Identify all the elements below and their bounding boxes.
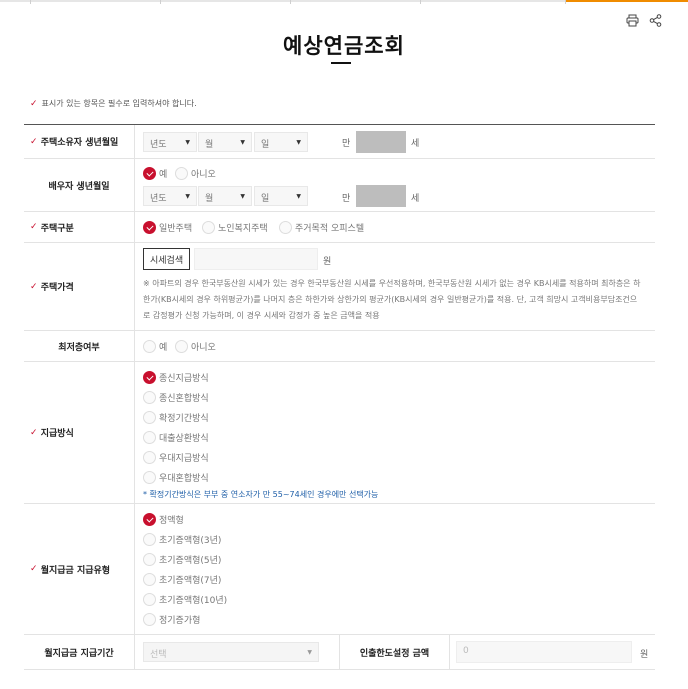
age-suffix: 세 [411,139,420,149]
required-check-icon: ✓ [30,564,41,574]
required-notice: ✓ 표시가 있는 항목은 필수로 입력하셔야 합니다. [30,98,197,109]
chevron-down-icon: ▼ [307,649,312,656]
top-nav-line [0,0,688,4]
share-icon[interactable] [649,14,662,27]
payment-option-radio[interactable]: 우대지급방식 [143,451,209,464]
spouse-year-select[interactable]: 년도 ▼ [143,186,197,206]
owner-year-select[interactable]: 년도 ▼ [143,132,197,152]
chevron-down-icon: ▼ [240,139,245,146]
monthly-type-radio[interactable]: 초기증액형(5년) [143,553,221,566]
house-type-senior-radio[interactable]: 노인복지주택 [202,221,268,234]
house-type-general-radio[interactable]: 일반주택 [143,221,192,234]
spouse-day-select[interactable]: 일 ▼ [254,186,308,206]
print-icon[interactable] [626,14,639,27]
house-price-note: ※ 아파트의 경우 한국부동산원 시세가 있는 경우 한국부동산원 시세를 우선… [143,279,641,320]
page-title: 예상연금조회 [283,34,405,58]
owner-age-display [356,131,406,153]
payment-option-radio[interactable]: 종신지급방식 [143,371,209,384]
house-price-input[interactable] [194,248,318,270]
row-payment-method: ✓ 지급방식 종신지급방식 종신혼합방식 확정기간방식 대출상환방식 우대지급방… [24,362,655,504]
chevron-down-icon: ▼ [296,193,301,200]
monthly-period-select[interactable]: 선택 ▼ [143,642,319,662]
payment-method-note: * 확정기간방식은 부부 중 연소자가 만 55~74세인 경우에만 선택가능 [143,490,379,499]
required-check-icon: ✓ [30,136,41,147]
monthly-type-radio[interactable]: 정액형 [143,513,184,526]
monthly-type-radio[interactable]: 정기증가형 [143,613,200,626]
page-tools [626,14,662,27]
chevron-down-icon: ▼ [185,193,190,200]
spouse-age-display [356,185,406,207]
chevron-down-icon: ▼ [240,193,245,200]
limit-amount-input[interactable]: 0 [456,641,632,663]
active-tab-indicator [566,0,688,2]
chevron-down-icon: ▼ [296,139,301,146]
owner-birth-label: 주택소유자 생년월일 [40,138,119,148]
required-check-icon: ✓ [30,427,41,438]
price-search-button[interactable]: 시세검색 [143,248,191,270]
house-type-label: 주택구분 [40,223,74,234]
age-suffix: 세 [411,194,420,204]
lowest-floor-no-radio[interactable]: 아니오 [175,340,216,353]
lowest-floor-label: 최저층여부 [58,342,100,353]
pension-form: ✓ 주택소유자 생년월일 년도 ▼ 월 ▼ 일 ▼ 만 세 배우자 생년월일 예 아니… [24,124,655,670]
owner-day-select[interactable]: 일 ▼ [254,132,308,152]
payment-option-radio[interactable]: 확정기간방식 [143,411,209,424]
row-spouse-birth: 배우자 생년월일 예 아니오 년도 ▼ 월 ▼ 일 ▼ 만 세 [24,159,655,212]
payment-option-radio[interactable]: 대출상환방식 [143,431,209,444]
age-prefix: 만 [342,194,351,204]
payment-option-radio[interactable]: 우대혼합방식 [143,471,209,484]
monthly-type-radio[interactable]: 초기증액형(7년) [143,573,221,586]
payment-method-label: 지급방식 [40,429,74,439]
price-unit: 원 [323,257,332,267]
monthly-type-radio[interactable]: 초기증액형(10년) [143,593,227,606]
row-monthly-period: 월지급금 지급기간 선택 ▼ 인출한도설정 금액 0 원 [24,635,655,670]
row-lowest-floor: 최저층여부 예 아니오 [24,331,655,362]
spouse-yes-radio[interactable]: 예 [143,167,167,180]
required-notice-text: 표시가 있는 항목은 필수로 입력하셔야 합니다. [41,99,197,108]
spouse-no-radio[interactable]: 아니오 [175,167,216,180]
monthly-type-radio[interactable]: 초기증액형(3년) [143,533,221,546]
row-house-type: ✓ 주택구분 일반주택 노인복지주택 주거목적 오피스텔 [24,212,655,243]
required-check-icon: ✓ [30,222,41,232]
required-check-icon: ✓ [30,281,41,292]
required-check-icon: ✓ [30,98,38,109]
row-owner-birth: ✓ 주택소유자 생년월일 년도 ▼ 월 ▼ 일 ▼ 만 세 [24,125,655,159]
limit-unit: 원 [640,650,649,660]
monthly-type-label: 월지급금 지급유형 [40,565,111,576]
payment-option-radio[interactable]: 종신혼합방식 [143,391,209,404]
limit-amount-label: 인출한도설정 금액 [339,635,449,669]
title-underline [331,62,351,64]
age-prefix: 만 [342,139,351,149]
house-type-officetel-radio[interactable]: 주거목적 오피스텔 [279,221,364,234]
spouse-birth-label: 배우자 생년월일 [48,181,110,192]
row-monthly-type: ✓ 월지급금 지급유형 정액형 초기증액형(3년) 초기증액형(5년) 초기증액… [24,504,655,635]
row-house-price: ✓ 주택가격 시세검색 원 ※ 아파트의 경우 한국부동산원 시세가 있는 경우… [24,243,655,331]
monthly-period-label: 월지급금 지급기간 [44,648,114,659]
lowest-floor-yes-radio[interactable]: 예 [143,340,167,353]
owner-month-select[interactable]: 월 ▼ [198,132,252,152]
spouse-month-select[interactable]: 월 ▼ [198,186,252,206]
house-price-label: 주택가격 [40,283,74,293]
chevron-down-icon: ▼ [185,139,190,146]
